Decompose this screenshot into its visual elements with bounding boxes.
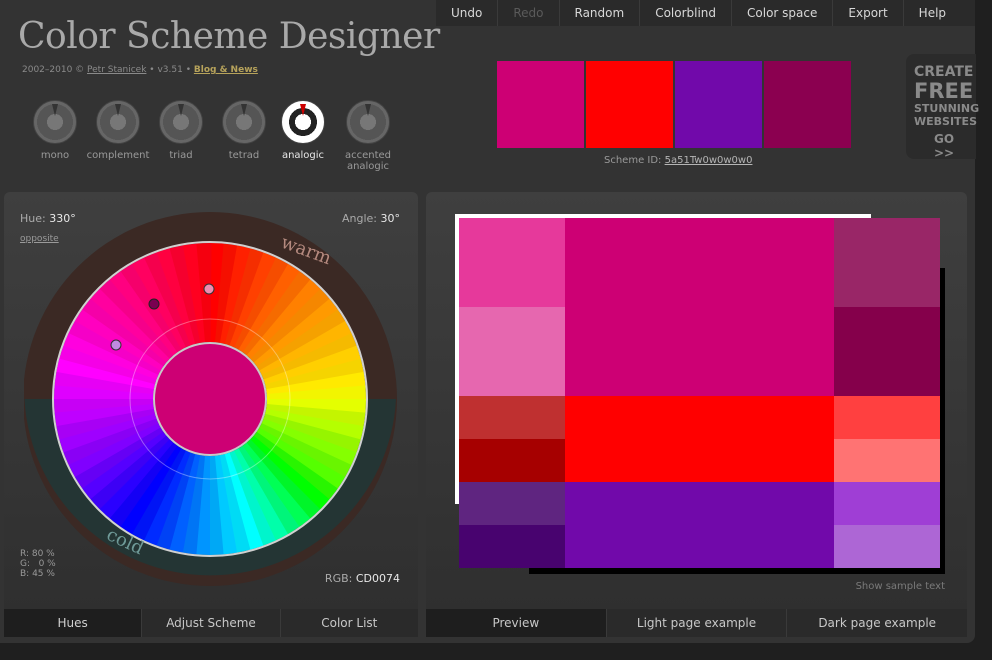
app-subtitle: 2002–2010 © Petr Stanicek • v3.51 • Blog… [22, 65, 258, 75]
rgb-percent-readout: R: 80 % G: 0 % B: 45 % [20, 549, 56, 579]
tab-preview[interactable]: Preview [426, 609, 607, 637]
rgb-value: CD0074 [355, 572, 400, 585]
color-block [834, 482, 940, 525]
app-title: Color Scheme Designer [18, 16, 440, 57]
menu-export[interactable]: Export [833, 0, 904, 26]
analogic-icon [281, 100, 325, 144]
ad-line: CREATE [914, 64, 974, 80]
angle-label: Angle: [341, 212, 377, 225]
scheme-type-label: accented analogic [344, 150, 392, 172]
color-block [834, 525, 940, 568]
left-tabs: Hues Adjust Scheme Color List [4, 609, 418, 637]
menu-colorblind[interactable]: Colorblind [640, 0, 733, 26]
author-link[interactable]: Petr Stanicek [87, 65, 146, 75]
scheme-type-label: triad [169, 150, 193, 161]
scheme-mono-button[interactable]: mono [22, 100, 88, 161]
scheme-type-label: tetrad [228, 150, 260, 161]
ad-line: FREE [914, 79, 974, 103]
scheme-id-label: Scheme ID: [604, 155, 665, 166]
color-block [459, 439, 565, 482]
scheme-analogic-button[interactable]: analogic [270, 100, 336, 161]
ad-line: STUNNING [914, 102, 980, 115]
angle-value: 30° [380, 212, 401, 225]
color-block [834, 218, 940, 307]
color-wheel[interactable]: warm cold [24, 212, 398, 586]
tab-dark-page-example[interactable]: Dark page example [787, 609, 968, 637]
color-block [459, 396, 565, 439]
accented-analogic-icon [346, 100, 390, 144]
swatch-dark[interactable] [764, 61, 851, 148]
color-block [565, 396, 834, 482]
scheme-id-link[interactable]: 5a51Tw0w0w0w0 [665, 155, 753, 166]
primary-hue-handle[interactable] [203, 283, 215, 295]
menu-help[interactable]: Help [904, 0, 961, 26]
complement-icon [96, 100, 140, 144]
tab-color-list[interactable]: Color List [280, 609, 418, 637]
angle-readout: Angle: 30° [342, 212, 400, 225]
scheme-swatches [497, 61, 851, 148]
show-sample-text-link[interactable]: Show sample text [856, 581, 945, 592]
color-block [565, 218, 834, 396]
scheme-tetrad-button[interactable]: tetrad [211, 100, 277, 161]
triad-icon [159, 100, 203, 144]
right-tabs: Preview Light page example Dark page exa… [426, 609, 968, 637]
app-window: Color Scheme Designer 2002–2010 © Petr S… [0, 0, 980, 643]
tab-light-page-example[interactable]: Light page example [606, 609, 788, 637]
color-block [834, 307, 940, 396]
ad-go-link: GO >> [934, 132, 955, 160]
version-text: • v3.51 • [146, 65, 194, 75]
tab-hues[interactable]: Hues [4, 609, 143, 637]
ad-line: WEBSITES [914, 115, 977, 128]
color-block [834, 439, 940, 482]
rgb-label: RGB: [324, 572, 353, 585]
scheme-type-label: complement [86, 150, 150, 161]
scheme-accented-analogic-button[interactable]: accented analogic [335, 100, 401, 172]
preview-canvas [455, 214, 945, 574]
menu-undo[interactable]: Undo [436, 0, 499, 26]
swatch-secondary-b[interactable] [675, 61, 762, 148]
scheme-type-selector: mono complement triad tetrad analogic ac… [22, 100, 402, 180]
hues-panel: warm cold Hue: 330° opposite Angle: 30° … [4, 192, 418, 637]
rgb-hex-readout: RGB: CD0074 [325, 572, 400, 585]
hue-readout: Hue: 330° [20, 212, 76, 225]
color-block [459, 482, 565, 525]
center-color-disc [153, 342, 267, 456]
hue-value: 330° [49, 212, 76, 225]
tertiary-hue-handle[interactable] [110, 339, 122, 351]
opposite-link[interactable]: opposite [20, 234, 59, 244]
scheme-type-label: mono [40, 150, 70, 161]
menu-random[interactable]: Random [560, 0, 641, 26]
scheme-id: Scheme ID: 5a51Tw0w0w0w0 [604, 155, 752, 166]
tab-adjust-scheme[interactable]: Adjust Scheme [142, 609, 281, 637]
scheme-type-label: analogic [281, 150, 325, 161]
color-block [565, 482, 834, 568]
color-block [834, 396, 940, 439]
hue-label: Hue: [20, 212, 46, 225]
create-websites-ad[interactable]: CREATE FREE STUNNING WEBSITES GO >> [906, 54, 980, 160]
preview-panel: Show sample text Preview Light page exam… [426, 192, 968, 637]
copyright-text: 2002–2010 © [22, 65, 88, 75]
swatch-secondary-a[interactable] [586, 61, 673, 148]
menu-color-space[interactable]: Color space [732, 0, 834, 26]
swatch-primary[interactable] [497, 61, 584, 148]
tetrad-icon [222, 100, 266, 144]
color-block [459, 218, 565, 307]
blog-news-link[interactable]: Blog & News [194, 65, 258, 75]
mono-icon [33, 100, 77, 144]
color-block [459, 525, 565, 568]
scheme-complement-button[interactable]: complement [85, 100, 151, 161]
menu-redo[interactable]: Redo [498, 0, 560, 26]
scheme-triad-button[interactable]: triad [148, 100, 214, 161]
secondary-hue-handle[interactable] [148, 298, 160, 310]
color-block [459, 307, 565, 396]
top-menu: Undo Redo Random Colorblind Color space … [436, 0, 975, 26]
